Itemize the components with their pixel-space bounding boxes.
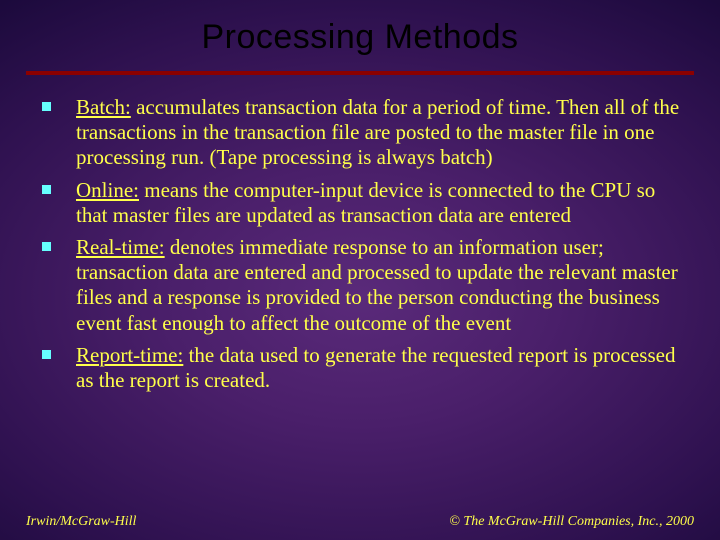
bullet-term: Online:: [76, 178, 139, 202]
list-item: Report-time: the data used to generate t…: [64, 343, 684, 393]
slide-footer: Irwin/McGraw-Hill © The McGraw-Hill Comp…: [0, 514, 720, 530]
title-rule: [26, 71, 694, 75]
slide-title: Processing Methods: [0, 0, 720, 71]
footer-right: © The McGraw-Hill Companies, Inc., 2000: [449, 514, 694, 530]
bullet-text: means the computer-input device is conne…: [76, 178, 655, 227]
list-item: Real-time: denotes immediate response to…: [64, 235, 684, 336]
list-item: Batch: accumulates transaction data for …: [64, 95, 684, 171]
bullet-term: Batch:: [76, 95, 131, 119]
footer-left: Irwin/McGraw-Hill: [26, 514, 136, 530]
bullet-term: Real-time:: [76, 235, 165, 259]
slide-body: Batch: accumulates transaction data for …: [0, 95, 720, 393]
list-item: Online: means the computer-input device …: [64, 178, 684, 228]
bullet-text: denotes immediate response to an informa…: [76, 235, 678, 335]
bullet-text: accumulates transaction data for a perio…: [76, 95, 679, 169]
bullet-term: Report-time:: [76, 343, 183, 367]
slide: Processing Methods Batch: accumulates tr…: [0, 0, 720, 540]
bullet-list: Batch: accumulates transaction data for …: [64, 95, 684, 393]
